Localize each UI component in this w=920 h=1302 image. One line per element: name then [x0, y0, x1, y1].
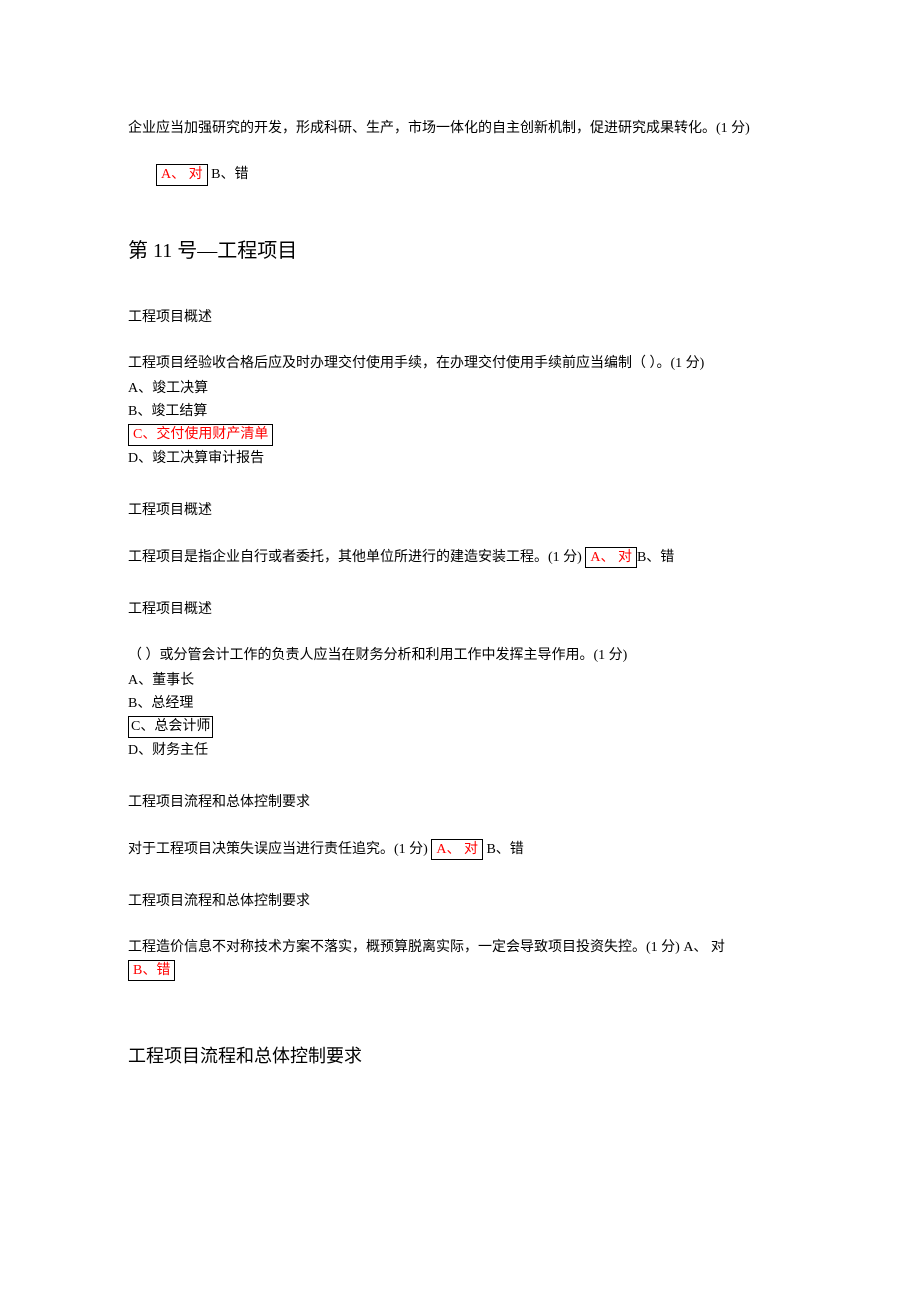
- q4-option-c: C、总会计师: [128, 716, 213, 738]
- q5-text: 对于工程项目决策失误应当进行责任追究。(1 分): [128, 842, 431, 857]
- q1-text: 企业应当加强研究的开发，形成科研、生产，市场一体化的自主创新机制，促进研究成果转…: [128, 118, 792, 140]
- q4-title: 工程项目概述: [128, 599, 792, 621]
- q1-option-b: B、错: [208, 167, 249, 182]
- q5-option-a: A、 对: [431, 839, 483, 861]
- q2-option-c-wrap: C、交付使用财产清单: [128, 424, 792, 446]
- q2-text: 工程项目经验收合格后应及时办理交付使用手续，在办理交付使用手续前应当编制（ ）。…: [128, 353, 792, 375]
- q5-line: 对于工程项目决策失误应当进行责任追究。(1 分) A、 对 B、错: [128, 839, 792, 861]
- q4-option-b: B、总经理: [128, 693, 792, 715]
- q4-option-d: D、财务主任: [128, 740, 792, 762]
- q1-option-a: A、 对: [156, 164, 208, 186]
- q6-option-b: B、错: [128, 960, 175, 982]
- q2-option-c: C、交付使用财产清单: [128, 424, 273, 446]
- section-bottom-title: 工程项目流程和总体控制要求: [128, 1042, 792, 1071]
- q6-line: 工程造价信息不对称技术方案不落实，概预算脱离实际，一定会导致项目投资失控。(1 …: [128, 937, 792, 982]
- q3-option-b: B、错: [637, 550, 674, 565]
- q3-title: 工程项目概述: [128, 500, 792, 522]
- q4-option-a: A、董事长: [128, 670, 792, 692]
- question-1: 企业应当加强研究的开发，形成科研、生产，市场一体化的自主创新机制，促进研究成果转…: [128, 118, 792, 187]
- q5-title: 工程项目流程和总体控制要求: [128, 792, 792, 814]
- section-11-title: 第 11 号—工程项目: [128, 235, 792, 267]
- q2-option-d: D、竣工决算审计报告: [128, 448, 792, 470]
- q3-option-a: A、 对: [585, 547, 637, 569]
- question-2: 工程项目概述 工程项目经验收合格后应及时办理交付使用手续，在办理交付使用手续前应…: [128, 307, 792, 470]
- question-6: 工程项目流程和总体控制要求 工程造价信息不对称技术方案不落实，概预算脱离实际，一…: [128, 891, 792, 982]
- q3-text: 工程项目是指企业自行或者委托，其他单位所进行的建造安装工程。(1 分): [128, 550, 585, 565]
- q3-line: 工程项目是指企业自行或者委托，其他单位所进行的建造安装工程。(1 分) A、 对…: [128, 547, 792, 569]
- q6-title: 工程项目流程和总体控制要求: [128, 891, 792, 913]
- q2-title: 工程项目概述: [128, 307, 792, 329]
- q6-text: 工程造价信息不对称技术方案不落实，概预算脱离实际，一定会导致项目投资失控。(1 …: [128, 940, 725, 955]
- question-3: 工程项目概述 工程项目是指企业自行或者委托，其他单位所进行的建造安装工程。(1 …: [128, 500, 792, 569]
- q2-option-a: A、竣工决算: [128, 378, 792, 400]
- q2-option-b: B、竣工结算: [128, 401, 792, 423]
- q1-options: A、 对 B、错: [156, 164, 792, 186]
- question-4: 工程项目概述 （ ）或分管会计工作的负责人应当在财务分析和利用工作中发挥主导作用…: [128, 599, 792, 762]
- q5-option-b: B、错: [483, 842, 524, 857]
- q4-text: （ ）或分管会计工作的负责人应当在财务分析和利用工作中发挥主导作用。(1 分): [128, 645, 792, 667]
- question-5: 工程项目流程和总体控制要求 对于工程项目决策失误应当进行责任追究。(1 分) A…: [128, 792, 792, 861]
- q4-option-c-wrap: C、总会计师: [128, 716, 792, 738]
